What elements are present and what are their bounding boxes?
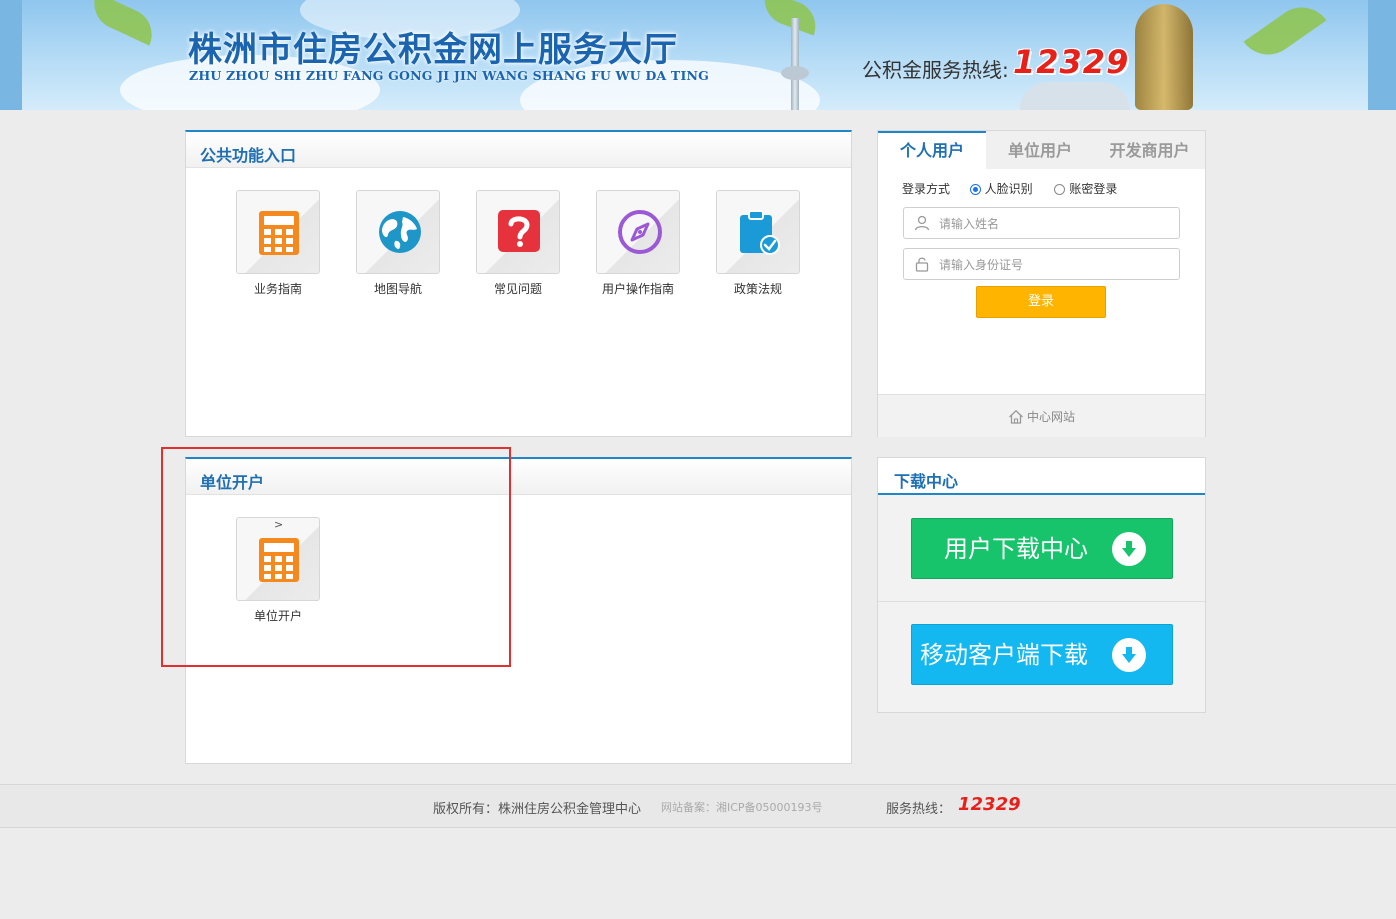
center-website-label: 中心网站 (1027, 410, 1076, 424)
unit-account-panel: 单位开户 > 单位开户 (185, 457, 852, 764)
lock-icon (915, 257, 929, 272)
tab-unit-user[interactable]: 单位用户 (986, 131, 1094, 169)
tile-label: 单位开户 (253, 609, 302, 623)
leaf-decoration (1243, 0, 1327, 67)
chevron-right-icon: > (274, 518, 284, 531)
login-method-label: 登录方式 (902, 182, 951, 196)
icp-record-text: 网站备案：湘ICP备05000193号 (661, 801, 823, 814)
user-download-center-label: 用户下载中心 (944, 535, 1088, 563)
tile-icon-box (476, 190, 560, 274)
panel-header (186, 459, 851, 495)
user-download-center-button[interactable]: 用户下载中心 (911, 518, 1173, 579)
tv-tower-image (791, 18, 799, 110)
banner-edge-right (1368, 0, 1396, 110)
hotline-number: 12329 (1013, 43, 1130, 81)
tile-label: 政策法规 (733, 282, 782, 296)
hotline-label: 公积金服务热线: (862, 58, 1009, 82)
home-icon (1009, 409, 1023, 424)
footer-hotline-label: 服务热线： (886, 802, 952, 817)
tile-label: 用户操作指南 (601, 282, 674, 296)
site-title-pinyin: ZHU ZHOU SHI ZHU FANG GONG JI JIN WANG S… (189, 68, 709, 83)
radio-password-login-label[interactable]: 账密登录 (1069, 182, 1117, 196)
login-box: 个人用户 单位用户 开发商用户 登录方式 人脸识别 账密登录 登录 (877, 130, 1206, 437)
tile-icon-box (356, 190, 440, 274)
download-title: 下载中心 (894, 472, 959, 491)
public-functions-panel: 公共功能入口 业务指南 地图导航 常见问题 用户操作指南 政策法规 (185, 130, 852, 437)
radio-password-login[interactable] (1054, 184, 1066, 195)
tile-icon-box (236, 190, 320, 274)
id-number-input[interactable] (937, 255, 1171, 275)
name-field[interactable] (903, 207, 1180, 239)
tab-developer-user[interactable]: 开发商用户 (1094, 131, 1205, 169)
user-icon (914, 215, 930, 231)
tile-faq[interactable]: 常见问题 (473, 190, 563, 297)
leaf-decoration (85, 0, 161, 46)
tab-personal-user[interactable]: 个人用户 (878, 131, 986, 170)
footer-hotline-number: 12329 (958, 794, 1021, 815)
download-header: 下载中心 (878, 458, 1205, 495)
clipboard-check-icon (740, 210, 780, 255)
login-button[interactable]: 登录 (976, 286, 1106, 318)
radio-face-recognition[interactable] (969, 184, 981, 195)
banner-edge-left (0, 0, 22, 110)
name-input[interactable] (937, 214, 1171, 234)
building-image (1020, 82, 1130, 110)
tile-icon-box (716, 190, 800, 274)
tile-icon-box: > (236, 517, 320, 601)
divider (878, 601, 1205, 602)
center-website-link[interactable]: 中心网站 (1008, 408, 1075, 425)
page-footer: 版权所有：株洲住房公积金管理中心 网站备案：湘ICP备05000193号 服务热… (0, 784, 1396, 828)
download-arrow-icon (1112, 532, 1146, 566)
panel-title: 公共功能入口 (200, 146, 297, 165)
tile-user-guide[interactable]: 用户操作指南 (593, 190, 683, 297)
compass-icon (618, 210, 662, 254)
statue-image (1135, 4, 1193, 110)
tile-unit-account-opening[interactable]: > 单位开户 (233, 517, 323, 624)
download-arrow-icon (1112, 638, 1146, 672)
login-footer: 中心网站 (878, 394, 1205, 437)
tile-business-guide[interactable]: 业务指南 (233, 190, 323, 297)
tv-tower-disc (781, 66, 809, 80)
login-form (878, 169, 1205, 394)
tile-policies[interactable]: 政策法规 (713, 190, 803, 297)
tile-icon-box (596, 190, 680, 274)
id-number-field[interactable] (903, 248, 1180, 280)
download-center-panel: 下载中心 用户下载中心 移动客户端下载 (877, 457, 1206, 713)
tile-label: 业务指南 (253, 282, 302, 296)
panel-title: 单位开户 (200, 473, 265, 492)
tile-label: 地图导航 (373, 282, 422, 296)
globe-icon (379, 211, 421, 253)
tile-label: 常见问题 (493, 282, 542, 296)
mobile-client-download-label: 移动客户端下载 (920, 641, 1088, 669)
question-icon (498, 210, 540, 252)
site-title: 株洲市住房公积金网上服务大厅 (188, 30, 678, 70)
copyright-text: 版权所有：株洲住房公积金管理中心 (433, 802, 642, 817)
login-method-row: 登录方式 人脸识别 账密登录 (902, 180, 1117, 197)
leaf-decoration (757, 0, 823, 36)
tile-map-navigation[interactable]: 地图导航 (353, 190, 443, 297)
calculator-icon (259, 211, 299, 255)
header-banner: 株洲市住房公积金网上服务大厅 ZHU ZHOU SHI ZHU FANG GON… (0, 0, 1396, 110)
mobile-client-download-button[interactable]: 移动客户端下载 (911, 624, 1173, 685)
calculator-icon (259, 538, 299, 582)
radio-face-recognition-label[interactable]: 人脸识别 (985, 182, 1033, 196)
login-tabs: 个人用户 单位用户 开发商用户 (878, 131, 1205, 170)
